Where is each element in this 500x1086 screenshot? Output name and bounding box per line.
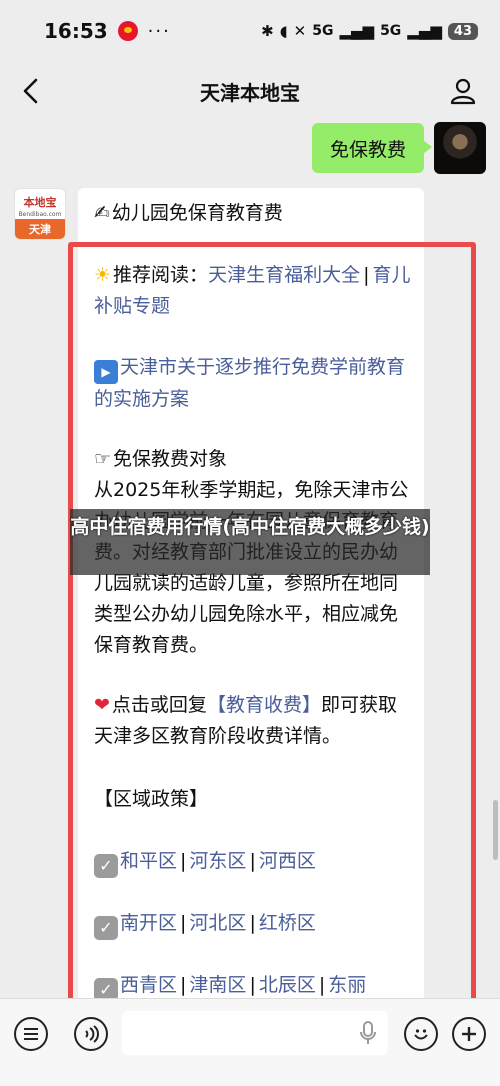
outgoing-message[interactable]: 免保教费 — [311, 123, 433, 173]
caption-overlay: 高中住宿费用行情(高中住宿费大概多少钱) — [70, 509, 430, 575]
article-line: ▶ 天津市关于逐步推行免费学前教育的实施方案 — [94, 352, 412, 415]
separator: | — [249, 850, 256, 872]
separator: | — [363, 264, 370, 286]
recommend-label: 推荐阅读： — [113, 264, 209, 286]
input-bar — [0, 998, 500, 1086]
menu-icon[interactable] — [14, 1017, 48, 1051]
pointing-hand-icon: ☞ — [94, 448, 112, 470]
weibo-icon — [117, 21, 138, 41]
back-arrow-icon[interactable] — [14, 74, 48, 108]
education-fee-link[interactable]: 【教育收费】 — [207, 694, 321, 716]
chat-header: 天津本地宝 — [0, 62, 500, 120]
nfc-icon: ◖ — [279, 22, 288, 40]
status-dots: ··· — [147, 20, 171, 42]
reply-prompt-pre: 点击或回复 — [111, 694, 207, 716]
status-bar: 16:53 ··· ✱ ◖ ✕ 5G ▂▄▆ 5G ▂▄▆ 43 — [0, 0, 500, 62]
network-a: 5G — [312, 23, 334, 39]
bot-avatar[interactable]: 本地宝 Bendibao.com 天津 — [14, 188, 66, 240]
reply-prompt: ❤ 点击或回复【教育收费】即可获取天津多区教育阶段收费详情。 — [94, 690, 412, 752]
separator: | — [249, 912, 256, 934]
bot-reply-message: ✍ 幼儿园免保育教育费 ☀ 推荐阅读：天津生育福利大全 | 育儿补贴专题 ▶ 天津市关于逐… — [78, 188, 424, 1008]
bluetooth-icon: ✱ — [261, 22, 274, 40]
article-link[interactable]: 天津市关于逐步推行免费学前教育的实施方案 — [94, 356, 405, 410]
check-icon: ✓ — [94, 916, 118, 940]
district-link[interactable]: 北辰区 — [259, 974, 316, 996]
district-link[interactable]: 和平区 — [120, 850, 177, 872]
mute-icon: ✕ — [293, 22, 307, 40]
microphone-icon[interactable] — [360, 1021, 376, 1049]
battery-level: 43 — [447, 22, 478, 40]
voice-icon[interactable] — [74, 1017, 108, 1051]
user-avatar[interactable] — [434, 122, 486, 174]
district-link[interactable]: 河东区 — [189, 850, 246, 872]
region-title: 【区域政策】 — [94, 788, 209, 810]
plus-icon[interactable] — [452, 1017, 486, 1051]
district-link[interactable]: 津南区 — [189, 974, 246, 996]
status-right: ✱ ◖ ✕ 5G ▂▄▆ 5G ▂▄▆ 43 — [261, 22, 478, 40]
signal-icon-2: ▂▄▆ — [407, 22, 442, 40]
district-link[interactable]: 红桥区 — [259, 912, 316, 934]
separator: | — [318, 974, 326, 996]
district-link[interactable]: 西青区 — [120, 974, 177, 996]
reply-heading: ✍ 幼儿园免保育教育费 — [94, 198, 412, 229]
play-icon: ▶ — [94, 360, 118, 384]
signal-icon: ▂▄▆ — [339, 22, 375, 40]
district-row: ✓ 和平区 | 河东区 | 河西区 — [94, 846, 412, 878]
status-left: 16:53 ··· — [44, 19, 171, 43]
reply-heading-text: 幼儿园免保育教育费 — [111, 202, 283, 224]
check-icon: ✓ — [94, 854, 118, 878]
district-link[interactable]: 河北区 — [189, 912, 246, 934]
heart-icon: ❤ — [94, 694, 110, 716]
separator: | — [180, 850, 187, 872]
network-b: 5G — [380, 23, 402, 39]
recommend-line: ☀ 推荐阅读：天津生育福利大全 | 育儿补贴专题 — [94, 260, 412, 322]
district-link[interactable]: 河西区 — [259, 850, 316, 872]
separator: | — [249, 974, 256, 996]
separator: | — [180, 912, 187, 934]
district-link[interactable]: 南开区 — [120, 912, 177, 934]
district-link[interactable]: 东丽 — [328, 974, 366, 996]
person-icon[interactable] — [446, 74, 480, 108]
writing-hand-icon: ✍ — [94, 202, 110, 224]
bot-logo-name: 本地宝 — [23, 196, 57, 209]
sun-icon: ☀ — [94, 264, 112, 286]
bot-logo-domain: Bendibao.com — [18, 211, 62, 218]
separator: | — [180, 974, 187, 996]
recommend-link-welfare[interactable]: 天津生育福利大全 — [208, 264, 360, 286]
emoji-icon[interactable] — [404, 1017, 438, 1051]
district-row: ✓ 南开区 | 河北区 | 红桥区 — [94, 908, 412, 940]
target-title: 免保教费对象 — [113, 448, 228, 470]
message-input[interactable] — [122, 1011, 388, 1055]
chat-title: 天津本地宝 — [200, 80, 300, 105]
scrollbar-thumb[interactable] — [493, 800, 498, 860]
status-time: 16:53 — [44, 19, 108, 43]
bot-logo-city: 天津 — [15, 219, 65, 239]
outgoing-message-text: 免保教费 — [329, 138, 406, 161]
